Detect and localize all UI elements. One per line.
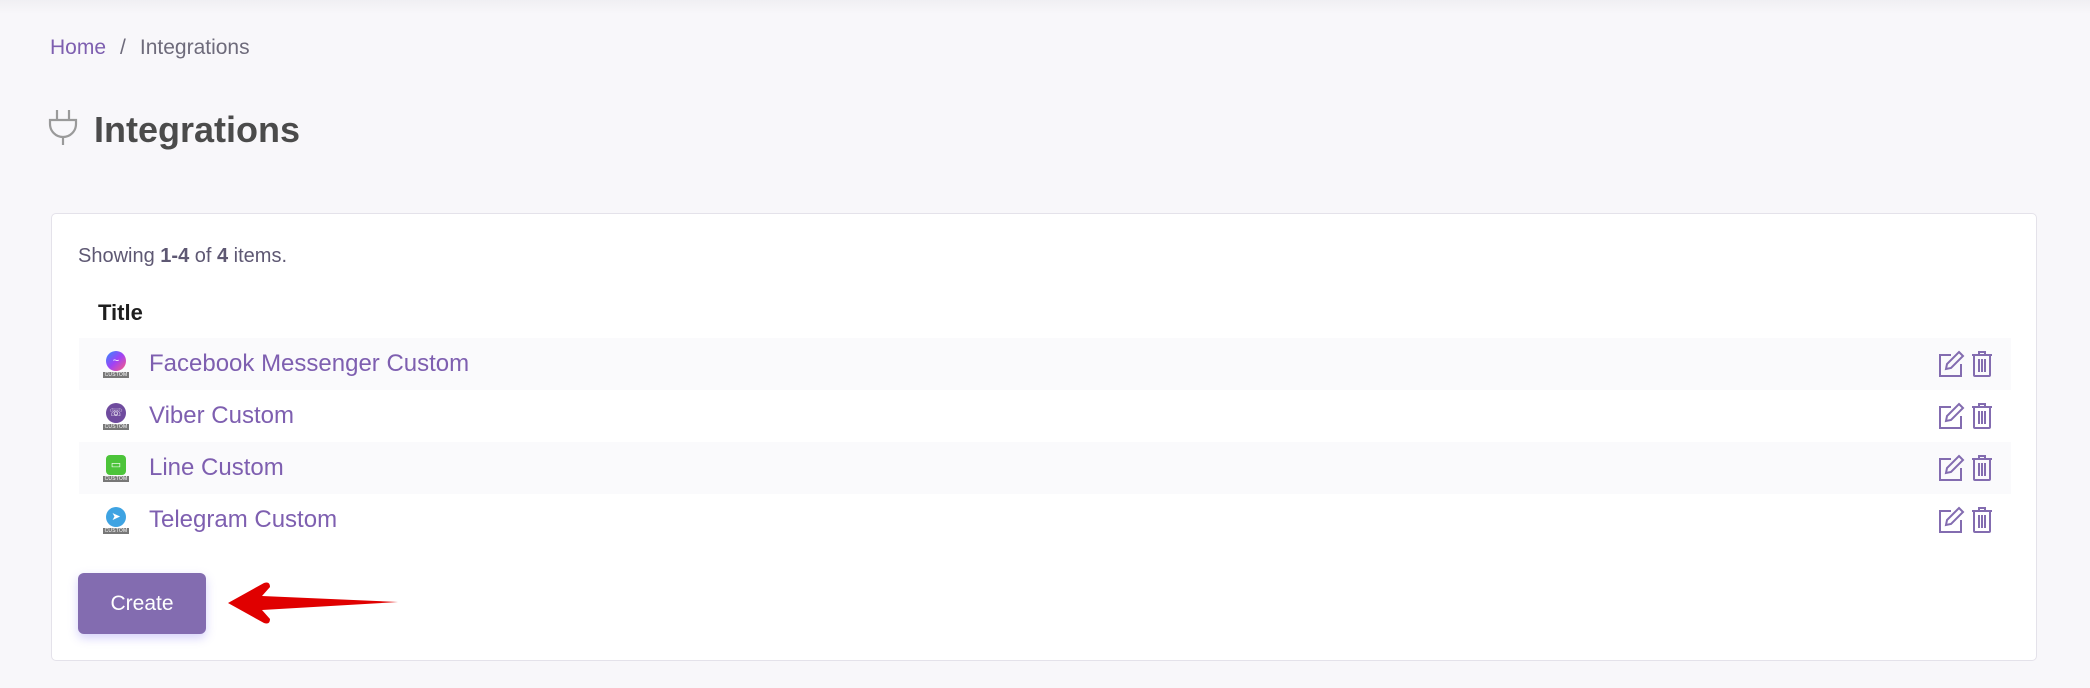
trash-icon[interactable] <box>1971 350 1993 378</box>
telegram-icon: ➤ CUSTOM <box>102 506 130 534</box>
breadcrumb-separator: / <box>120 36 126 59</box>
summary-prefix: Showing <box>78 245 161 267</box>
plug-icon <box>48 108 78 151</box>
summary-suffix: items. <box>228 245 288 267</box>
custom-badge: CUSTOM <box>102 371 130 378</box>
edit-icon[interactable] <box>1937 506 1965 534</box>
integration-link[interactable]: Line Custom <box>149 454 284 482</box>
custom-badge: CUSTOM <box>102 475 130 482</box>
page-title: Integrations <box>94 108 301 150</box>
custom-badge: CUSTOM <box>102 423 130 430</box>
integration-link[interactable]: Telegram Custom <box>149 506 337 534</box>
trash-icon[interactable] <box>1971 454 1993 482</box>
messenger-icon: ~ CUSTOM <box>102 350 130 378</box>
summary-total: 4 <box>216 245 229 267</box>
pagination-summary: Showing 1-4 of 4 items. <box>78 245 287 268</box>
trash-icon[interactable] <box>1971 506 1993 534</box>
table-row: ~ CUSTOM Facebook Messenger Custom <box>79 338 2011 390</box>
edit-icon[interactable] <box>1937 454 1965 482</box>
page-header: Integrations <box>48 108 300 151</box>
trash-icon[interactable] <box>1971 402 1993 430</box>
summary-mid: of <box>189 245 217 267</box>
edit-icon[interactable] <box>1937 350 1965 378</box>
table-row: ☏ CUSTOM Viber Custom <box>79 390 2011 442</box>
viber-icon: ☏ CUSTOM <box>102 402 130 430</box>
integrations-table: ~ CUSTOM Facebook Messenger Custom ☏ CUSTO… <box>79 338 2011 546</box>
custom-badge: CUSTOM <box>102 527 130 534</box>
create-button[interactable]: Create <box>78 573 206 634</box>
breadcrumb-current: Integrations <box>139 36 250 59</box>
table-row: ▭ CUSTOM Line Custom <box>79 442 2011 494</box>
table-row: ➤ CUSTOM Telegram Custom <box>79 494 2011 546</box>
column-header-title[interactable]: Title <box>98 300 143 326</box>
integration-link[interactable]: Facebook Messenger Custom <box>149 350 469 378</box>
annotation-arrow-icon <box>228 582 398 624</box>
breadcrumb: Home / Integrations <box>50 36 250 60</box>
line-icon: ▭ CUSTOM <box>102 454 130 482</box>
edit-icon[interactable] <box>1937 402 1965 430</box>
summary-range: 1-4 <box>160 245 190 267</box>
breadcrumb-home[interactable]: Home <box>50 36 106 59</box>
top-shadow <box>0 0 2090 14</box>
integration-link[interactable]: Viber Custom <box>149 402 294 430</box>
